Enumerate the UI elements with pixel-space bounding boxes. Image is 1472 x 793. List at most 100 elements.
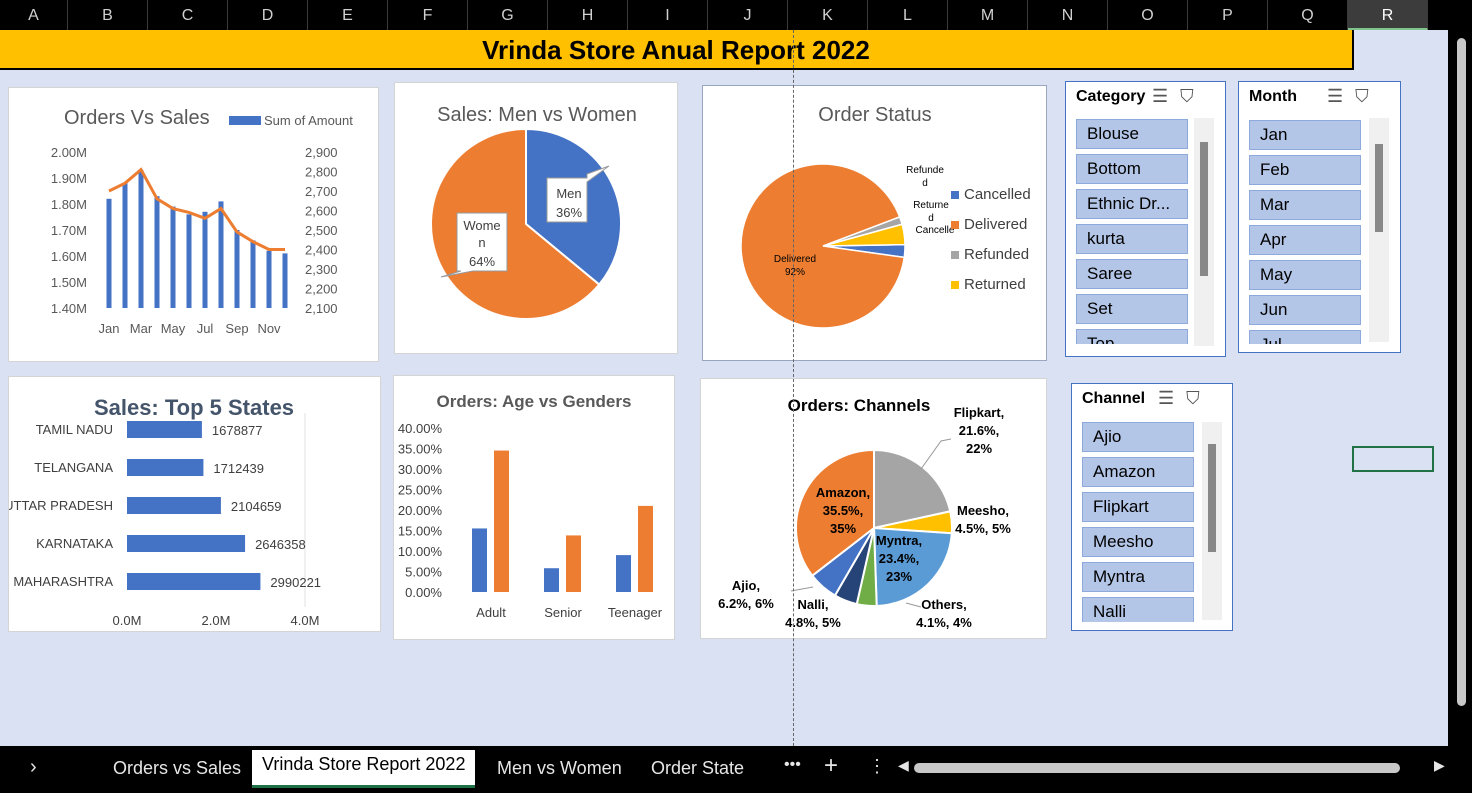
state-value: 1678877 xyxy=(212,423,263,438)
channel-slicer-item[interactable]: Amazon xyxy=(1082,457,1194,487)
channel-slicer[interactable]: Channel ☰⛉ Ajio Amazon Flipkart Meesho Myntr… xyxy=(1071,383,1233,631)
column-header-k[interactable]: K xyxy=(788,0,868,30)
column-header-d[interactable]: D xyxy=(228,0,308,30)
age-vs-genders-chart[interactable]: Orders: Age vs Genders 40.00% 35.00% 30.00%… xyxy=(393,375,675,640)
category-slicer-item[interactable]: Bottom xyxy=(1076,154,1188,184)
month-slicer-item[interactable]: Feb xyxy=(1249,155,1361,185)
month-slicer-item[interactable]: May xyxy=(1249,260,1361,290)
column-header-c[interactable]: C xyxy=(148,0,228,30)
column-header-l[interactable]: L xyxy=(868,0,948,30)
month-slicer-item[interactable]: Apr xyxy=(1249,225,1361,255)
y-tick: 5.00% xyxy=(405,565,442,580)
scroll-right-icon[interactable]: ▶ xyxy=(1434,757,1445,774)
month-slicer-scroll-thumb[interactable] xyxy=(1375,144,1383,232)
order-status-chart[interactable]: Order Status Refunde d Returne d Cancelle Deli… xyxy=(702,85,1047,361)
category-slicer-scroll-thumb[interactable] xyxy=(1200,142,1208,276)
cancelled-label: Cancelle xyxy=(916,225,955,236)
category-slicer-scrollbar[interactable] xyxy=(1194,118,1214,346)
channel-slicer-item[interactable]: Myntra xyxy=(1082,562,1194,592)
category-slicer-item[interactable]: Blouse xyxy=(1076,119,1188,149)
legend-swatch-refunded xyxy=(951,251,959,259)
column-header-q[interactable]: Q xyxy=(1268,0,1348,30)
report-title-banner: Vrinda Store Anual Report 2022 xyxy=(0,30,1354,70)
month-slicer-scrollbar[interactable] xyxy=(1369,118,1389,342)
x-tick: May xyxy=(161,321,186,336)
sheet-tab[interactable]: Orders vs Sales xyxy=(113,758,241,779)
bar-feb xyxy=(122,183,128,308)
men-vs-women-chart[interactable]: Sales: Men vs Women Men 36% Wome n 64% xyxy=(394,82,678,354)
state-value: 2646358 xyxy=(255,537,306,552)
channel-label-flipkart: 22% xyxy=(966,441,992,456)
month-slicer-item[interactable]: Jan xyxy=(1249,120,1361,150)
column-header-b[interactable]: B xyxy=(68,0,148,30)
leader-line-ajio xyxy=(790,586,814,592)
channel-slicer-item[interactable]: Ajio xyxy=(1082,422,1194,452)
refunded-label: Refunde xyxy=(906,165,944,176)
column-header-m[interactable]: M xyxy=(948,0,1028,30)
column-header-i[interactable]: I xyxy=(628,0,708,30)
category-slicer-item[interactable]: Top xyxy=(1076,329,1188,344)
column-header-n[interactable]: N xyxy=(1028,0,1108,30)
refunded-label-wrap: d xyxy=(922,178,928,189)
bar-aug xyxy=(218,201,224,308)
sheet-options-button[interactable]: ⋮ xyxy=(868,756,886,777)
channel-label-myntra: 23% xyxy=(886,569,912,584)
leader-line-flipkart xyxy=(920,438,952,470)
column-header-f[interactable]: F xyxy=(388,0,468,30)
vertical-scroll-thumb[interactable] xyxy=(1457,38,1466,706)
women-label-wrap: n xyxy=(478,235,485,250)
legend-label-delivered: Delivered xyxy=(964,216,1027,233)
bar-mar xyxy=(138,170,144,308)
state-value: 1712439 xyxy=(213,461,264,476)
add-sheet-button[interactable]: + xyxy=(824,752,838,780)
sheet-tab[interactable]: Order State xyxy=(651,758,744,779)
chart-title: Sales: Men vs Women xyxy=(437,104,637,126)
month-slicer-item[interactable]: Mar xyxy=(1249,190,1361,220)
column-header-j[interactable]: J xyxy=(708,0,788,30)
channel-label-myntra: 23.4%, xyxy=(879,551,919,566)
column-header-g[interactable]: G xyxy=(468,0,548,30)
x-tick: 0.0M xyxy=(113,613,142,628)
channel-slicer-scrollbar[interactable] xyxy=(1202,422,1222,620)
sheet-tab[interactable]: Men vs Women xyxy=(497,758,622,779)
y-tick: 30.00% xyxy=(398,462,443,477)
month-slicer-item[interactable]: Jun xyxy=(1249,295,1361,325)
month-slicer[interactable]: Month ☰⛉ JanFebMarAprMayJunJul xyxy=(1238,81,1401,353)
x-tick: Adult xyxy=(476,605,506,620)
column-header-r[interactable]: R xyxy=(1348,0,1428,30)
scroll-left-icon[interactable]: ◀ xyxy=(898,757,909,774)
channel-slicer-item[interactable]: Meesho xyxy=(1082,527,1194,557)
column-header-a[interactable]: A xyxy=(0,0,68,30)
orders-vs-sales-chart[interactable]: Orders Vs Sales Sum of Amount 2.00M 1.90M 1.… xyxy=(8,87,379,362)
y-right-tick: 2,100 xyxy=(305,301,338,316)
column-header-p[interactable]: P xyxy=(1188,0,1268,30)
column-header-e[interactable]: E xyxy=(308,0,388,30)
sheet-tab[interactable]: Vrinda Store Report 2022 xyxy=(252,750,476,788)
selected-cell[interactable] xyxy=(1352,446,1434,472)
chart-title: Order Status xyxy=(818,104,931,126)
bar-dec xyxy=(282,253,288,308)
column-header-o[interactable]: O xyxy=(1108,0,1188,30)
column-header-h[interactable]: H xyxy=(548,0,628,30)
top-states-chart[interactable]: Sales: Top 5 States TAMIL NADU 1678877 TELA… xyxy=(4,376,381,632)
channel-slicer-scroll-thumb[interactable] xyxy=(1208,444,1216,552)
channel-slicer-item[interactable]: Flipkart xyxy=(1082,492,1194,522)
channels-chart[interactable]: Orders: Channels Flipkart, 21.6%, 22% Meesho… xyxy=(700,378,1047,639)
x-tick: Nov xyxy=(257,321,281,336)
chart-title: Orders: Channels xyxy=(788,396,931,415)
channel-label-meesho: Meesho, xyxy=(957,503,1009,518)
chart-title: Orders Vs Sales xyxy=(64,107,210,129)
channel-label-amazon: 35% xyxy=(830,521,856,536)
more-sheets-button[interactable]: ••• xyxy=(784,756,801,774)
category-slicer-item[interactable]: kurta xyxy=(1076,224,1188,254)
category-slicer-item[interactable]: Ethnic Dr... xyxy=(1076,189,1188,219)
legend-swatch-returned xyxy=(951,281,959,289)
category-slicer-item[interactable]: Set xyxy=(1076,294,1188,324)
category-slicer[interactable]: Category ☰⛉ Blouse Bottom Ethnic Dr... kurt… xyxy=(1065,81,1226,357)
channel-slicer-item[interactable]: Nalli xyxy=(1082,597,1194,622)
month-slicer-item[interactable]: Jul xyxy=(1249,330,1361,344)
y-tick: 25.00% xyxy=(398,483,443,498)
category-slicer-item[interactable]: Saree xyxy=(1076,259,1188,289)
horizontal-scroll-thumb[interactable] xyxy=(914,763,1400,773)
worksheet-area[interactable]: Vrinda Store Anual Report 2022 Orders Vs… xyxy=(0,30,1448,746)
